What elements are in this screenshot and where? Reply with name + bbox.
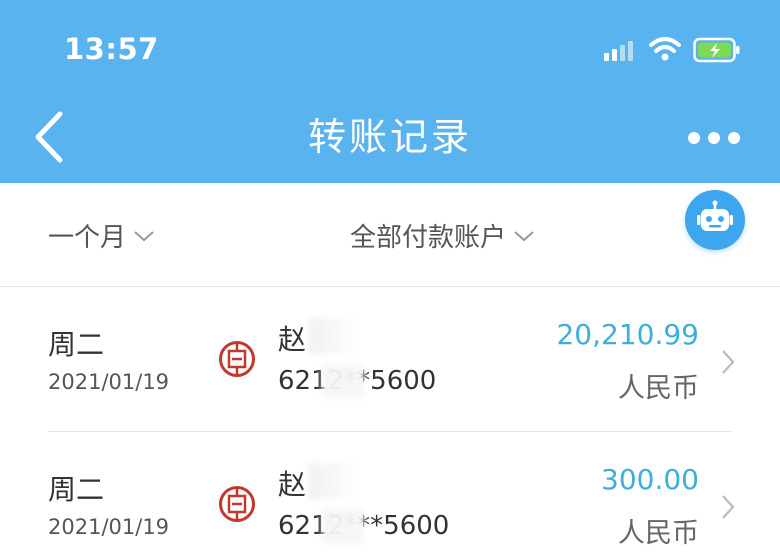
page-title: 转账记录 <box>307 115 472 159</box>
name-redaction <box>308 318 358 354</box>
signal-icon <box>604 41 633 61</box>
transfer-record-row[interactable]: 周二 2021/01/19 赵 6212***5600 300.00 人民币 <box>0 433 780 552</box>
name-redaction <box>308 463 358 499</box>
chevron-down-icon <box>134 230 154 241</box>
more-icon[interactable] <box>682 118 746 158</box>
row-divider <box>48 431 732 432</box>
transfer-record-row[interactable]: 周二 2021/01/19 赵 6212**5600 20,210.99 人民币 <box>0 288 780 432</box>
transfer-amount: 300.00 <box>601 463 699 496</box>
bank-logo-icon <box>219 486 255 522</box>
record-weekday: 周二 <box>48 328 105 361</box>
back-button[interactable] <box>26 104 74 170</box>
payee-name: 赵 <box>278 468 307 501</box>
assistant-robot-button[interactable] <box>685 190 745 250</box>
status-time: 13:57 <box>64 32 159 66</box>
transfer-currency: 人民币 <box>618 518 699 549</box>
filter-bar: 一个月 全部付款账户 <box>0 183 780 287</box>
record-date: 2021/01/19 <box>48 515 170 539</box>
account-redaction <box>322 509 364 543</box>
record-date: 2021/01/19 <box>48 370 170 394</box>
period-filter-label: 一个月 <box>48 223 127 253</box>
transfer-amount: 20,210.99 <box>556 318 699 351</box>
chevron-down-icon <box>514 230 534 241</box>
robot-icon <box>697 200 733 231</box>
payee-name: 赵 <box>278 323 307 356</box>
bank-logo-icon <box>219 341 255 377</box>
wifi-icon <box>649 37 681 61</box>
account-filter[interactable]: 全部付款账户 <box>350 217 536 254</box>
period-filter[interactable]: 一个月 <box>48 217 156 254</box>
transfer-currency: 人民币 <box>618 373 699 404</box>
account-redaction <box>322 364 364 398</box>
battery-icon <box>693 37 740 63</box>
account-filter-label: 全部付款账户 <box>350 223 507 253</box>
chevron-right-icon <box>722 495 735 519</box>
app-header: 13:57 转账记录 <box>0 0 780 183</box>
chevron-right-icon <box>722 350 735 374</box>
record-weekday: 周二 <box>48 473 105 506</box>
